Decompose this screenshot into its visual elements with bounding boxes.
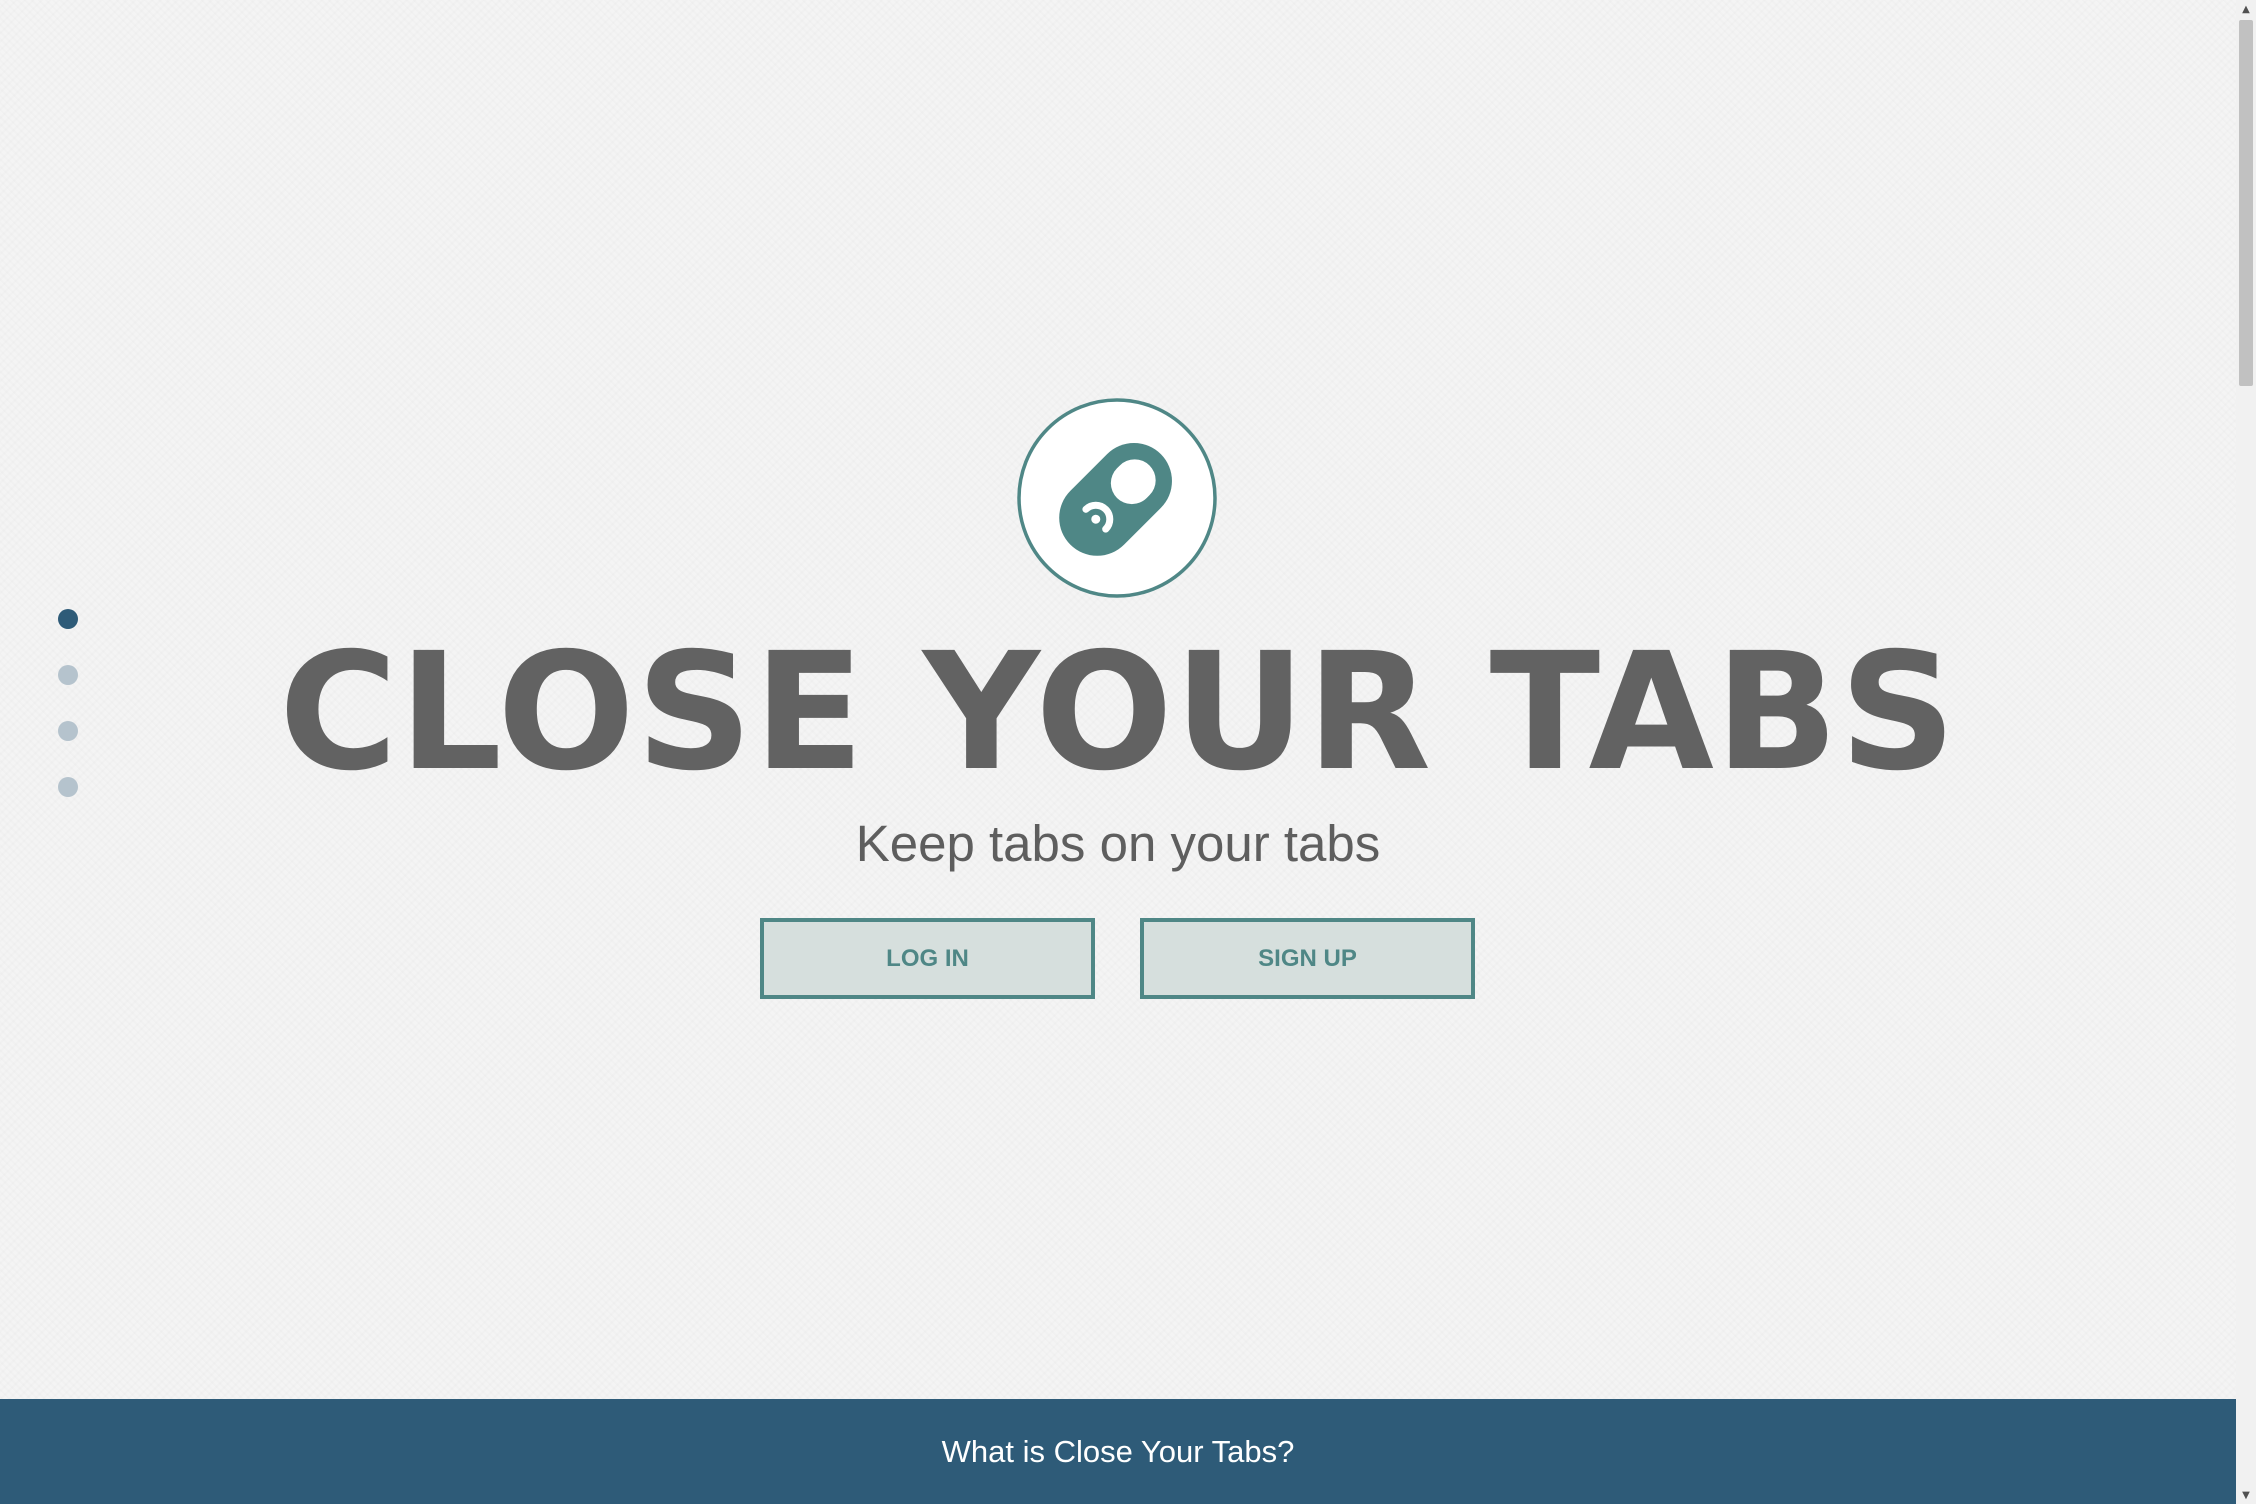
scrollbar-thumb[interactable] <box>2239 20 2253 386</box>
scroll-down-arrow-icon[interactable]: ▼ <box>2236 1486 2256 1504</box>
hero-subtitle: Keep tabs on your tabs <box>855 815 1381 872</box>
about-section-title: What is Close Your Tabs? <box>941 1433 1295 1469</box>
signup-button[interactable]: SIGN UP <box>1140 918 1475 999</box>
scroll-up-arrow-icon[interactable]: ▲ <box>2236 0 2256 18</box>
hero-title: CLOSE YOUR TABS <box>278 619 1958 807</box>
about-section-header: What is Close Your Tabs? <box>0 1399 2236 1504</box>
can-pull-tab-icon <box>1017 398 1217 598</box>
vertical-scrollbar[interactable]: ▲ ▼ <box>2236 0 2256 1504</box>
login-button[interactable]: LOG IN <box>760 918 1095 999</box>
hero-section: CLOSE YOUR TABS Keep tabs on your tabs L… <box>0 0 2236 1400</box>
